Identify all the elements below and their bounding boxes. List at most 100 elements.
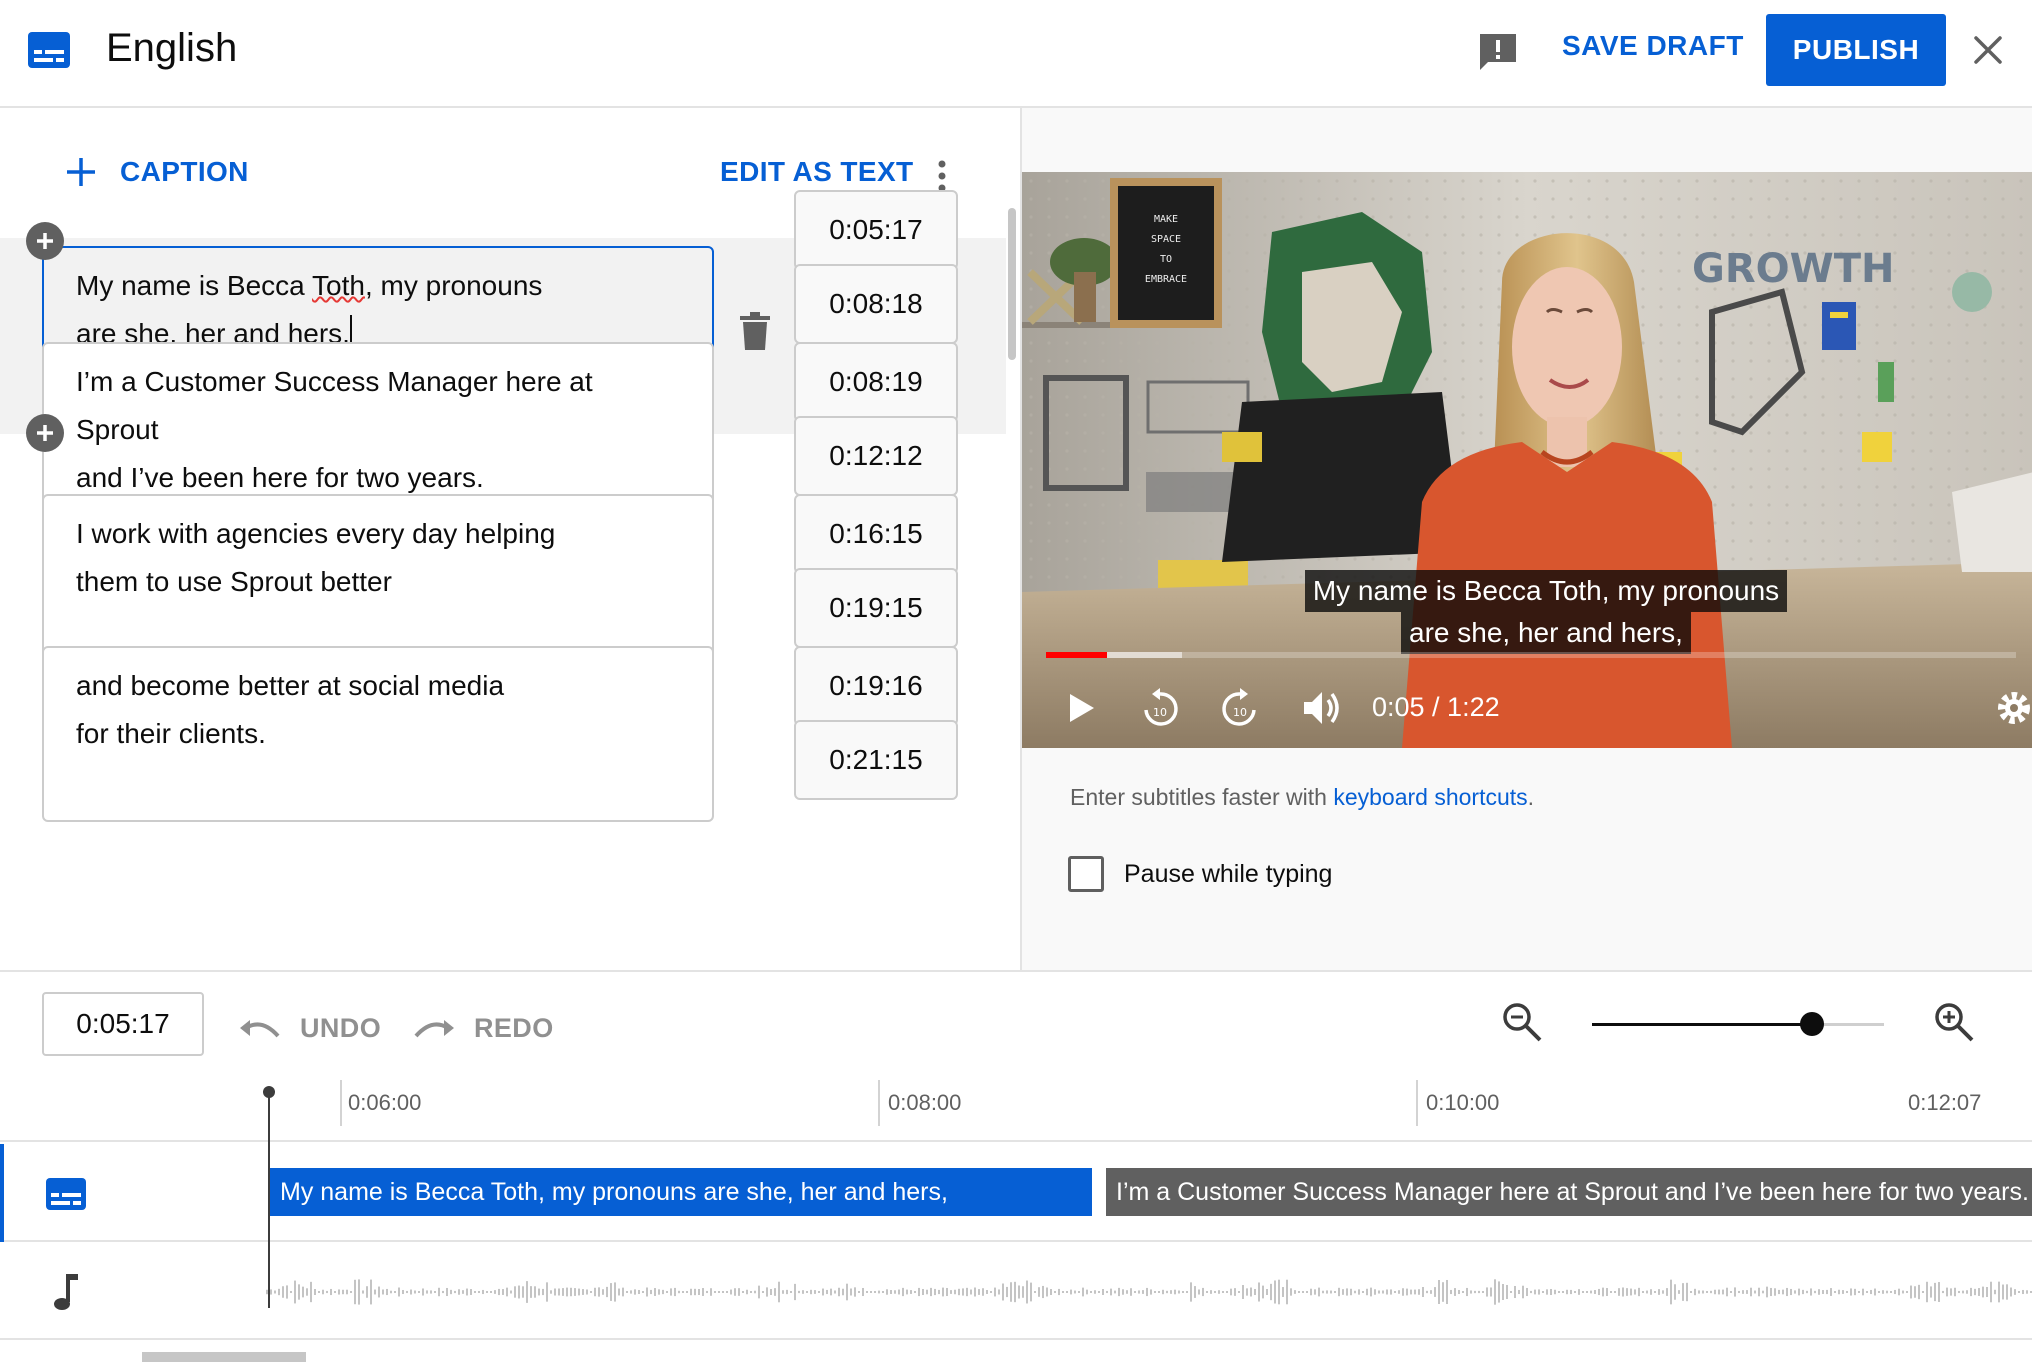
caption-segment[interactable]: My name is Becca Toth, my pronouns are s… (270, 1168, 1092, 1216)
waveform-bar (1586, 1291, 1588, 1293)
waveform-bar (1098, 1291, 1100, 1293)
current-time-field[interactable]: 0:05:17 (42, 992, 204, 1056)
waveform-bar (810, 1289, 812, 1295)
waveform-bar (366, 1286, 368, 1298)
timeline-ruler[interactable]: 0:06:00 0:08:00 0:10:00 0:12:07 (0, 1080, 2032, 1142)
edit-as-text-button[interactable]: EDIT AS TEXT (720, 156, 914, 188)
waveform-bar (1930, 1286, 1932, 1298)
delete-icon[interactable] (740, 312, 770, 350)
undo-button[interactable]: UNDO (238, 1010, 381, 1046)
waveform-bar (1758, 1287, 1760, 1297)
waveform-bar (1194, 1286, 1196, 1298)
waveform-bar (1510, 1291, 1512, 1293)
waveform-bar (1238, 1291, 1240, 1293)
waveform-bar (1730, 1291, 1732, 1293)
caption-start-time[interactable]: 0:19:16 (794, 646, 958, 726)
audio-track (0, 1244, 2032, 1340)
waveform-bar (1554, 1289, 1556, 1295)
waveform-bar (1818, 1289, 1820, 1295)
video-player[interactable]: MAKE SPACE TO EMBRACE GROWTH My name is … (1022, 172, 2032, 748)
waveform-bar (1670, 1279, 1672, 1305)
waveform-bar (1774, 1288, 1776, 1296)
waveform-bar (986, 1289, 988, 1295)
waveform-bar (758, 1285, 760, 1299)
waveform-bar (1918, 1284, 1920, 1300)
caption-end-time[interactable]: 0:19:15 (794, 568, 958, 648)
caption-text-field[interactable]: I work with agencies every day helping t… (42, 494, 714, 670)
waveform-bar (1938, 1282, 1940, 1302)
redo-button[interactable]: REDO (412, 1010, 554, 1046)
publish-button[interactable]: PUBLISH (1766, 14, 1946, 86)
feedback-icon[interactable] (1476, 30, 1520, 74)
insert-caption-button[interactable] (26, 222, 64, 260)
zoom-slider-thumb[interactable] (1800, 1012, 1824, 1036)
waveform-bar (1010, 1282, 1012, 1302)
forward-10-icon[interactable]: 10 (1218, 686, 1262, 730)
waveform-bar (426, 1290, 428, 1294)
waveform-bar (1978, 1288, 1980, 1296)
waveform-bar (362, 1290, 364, 1294)
waveform-bar (814, 1290, 816, 1294)
waveform-bar (970, 1289, 972, 1295)
volume-icon[interactable] (1300, 686, 1344, 730)
add-caption-button[interactable]: CAPTION (64, 152, 249, 192)
caption-end-time[interactable]: 0:12:12 (794, 416, 958, 496)
waveform-bar (1182, 1291, 1184, 1293)
waveform-bar (1150, 1289, 1152, 1295)
zoom-out-icon[interactable] (1500, 1000, 1544, 1044)
waveform-bar (618, 1288, 620, 1296)
waveform-bar (1990, 1281, 1992, 1303)
waveform-bar (842, 1288, 844, 1296)
video-preview-panel: MAKE SPACE TO EMBRACE GROWTH My name is … (1020, 108, 2032, 970)
waveform-bar (1866, 1291, 1868, 1293)
caption-text-field[interactable]: and become better at social media for th… (42, 646, 714, 822)
waveform-bar (1294, 1290, 1296, 1294)
waveform-bar (2026, 1290, 2028, 1294)
caption-start-time[interactable]: 0:05:17 (794, 190, 958, 270)
waveform-bar (450, 1289, 452, 1295)
rewind-10-icon[interactable]: 10 (1138, 686, 1182, 730)
waveform-bar (1790, 1288, 1792, 1296)
waveform-bar (1734, 1287, 1736, 1297)
pause-while-typing-checkbox[interactable] (1068, 856, 1104, 892)
waveform-bar (798, 1290, 800, 1294)
caption-text-field[interactable]: I’m a Customer Success Manager here at S… (42, 342, 714, 518)
caption-segment[interactable]: I’m a Customer Success Manager here at S… (1106, 1168, 2032, 1216)
timeline-horizontal-scrollbar[interactable] (142, 1352, 306, 1362)
waveform-bar (1534, 1289, 1536, 1295)
waveform-bar (1618, 1288, 1620, 1296)
caption-start-time[interactable]: 0:08:19 (794, 342, 958, 422)
keyboard-shortcuts-link[interactable]: keyboard shortcuts (1333, 784, 1527, 810)
waveform-bar (962, 1288, 964, 1296)
waveform-bar (1086, 1289, 1088, 1295)
waveform-bar (1186, 1291, 1188, 1293)
waveform-bar (1358, 1289, 1360, 1295)
waveform-bar (802, 1290, 804, 1294)
waveform-bar (1206, 1291, 1208, 1293)
waveform-bar (1066, 1291, 1068, 1293)
caption-start-time[interactable]: 0:16:15 (794, 494, 958, 574)
caption-end-time[interactable]: 0:08:18 (794, 264, 958, 344)
waveform-bar (354, 1279, 356, 1305)
play-icon[interactable] (1064, 686, 1098, 730)
insert-caption-button[interactable] (26, 414, 64, 452)
waveform-bar (1746, 1290, 1748, 1294)
waveform-bar (966, 1287, 968, 1297)
zoom-in-icon[interactable] (1932, 1000, 1976, 1044)
waveform-bar (1370, 1287, 1372, 1297)
settings-gear-icon[interactable] (1994, 686, 2032, 730)
waveform-bar (566, 1287, 568, 1297)
misspelled-word: Toth (312, 270, 365, 301)
waveform-bar (1810, 1288, 1812, 1296)
caption-end-time[interactable]: 0:21:15 (794, 720, 958, 800)
waveform-bar (518, 1285, 520, 1299)
waveform-bar (738, 1288, 740, 1296)
waveform-bar (1726, 1287, 1728, 1297)
waveform-bar (1946, 1287, 1948, 1297)
close-icon[interactable] (1972, 34, 2004, 66)
playhead-handle[interactable] (263, 1086, 275, 1098)
waveform-bar (1786, 1287, 1788, 1297)
video-progress-bar[interactable] (1046, 652, 2016, 658)
save-draft-button[interactable]: SAVE DRAFT (1562, 30, 1744, 62)
caption-list-scrollbar[interactable] (1008, 208, 1016, 360)
